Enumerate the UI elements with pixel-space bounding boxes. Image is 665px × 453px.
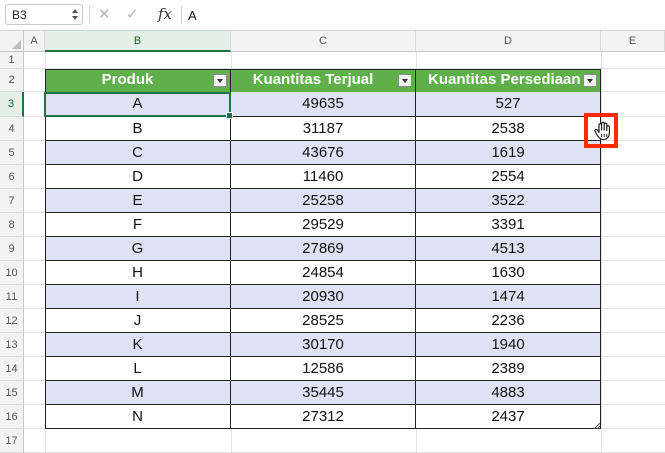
header-label: Produk [101,71,154,88]
column-header-e[interactable]: E [601,31,665,52]
table-header-kuantitas-persediaan[interactable]: Kuantitas Persediaan [416,69,601,92]
row-header-11[interactable]: 11 [0,285,24,309]
table-cell[interactable]: 24854 [231,261,416,285]
table-cell[interactable]: 43676 [231,141,416,165]
table-cell[interactable]: 3522 [416,189,601,213]
table-header-produk[interactable]: Produk [45,69,231,92]
table-cell[interactable]: N [45,405,231,429]
highlight-box [584,113,618,148]
table-cell[interactable]: 35445 [231,381,416,405]
hand-cursor-icon [594,121,610,141]
table-cell[interactable]: 1619 [416,141,601,165]
formula-bar-separator [89,6,90,24]
column-header-d[interactable]: D [416,31,601,52]
table-cell[interactable]: 2389 [416,357,601,381]
table-cell[interactable]: 11460 [231,165,416,189]
table-cell[interactable]: 527 [416,92,601,117]
table-cell[interactable]: 28525 [231,309,416,333]
name-box-value: B3 [12,8,27,22]
table-cell[interactable]: 3391 [416,213,601,237]
table-cell[interactable]: K [45,333,231,357]
enter-check-icon[interactable]: ✓ [126,6,139,24]
table-cell[interactable]: 1474 [416,285,601,309]
table-cell[interactable]: 27312 [231,405,416,429]
table-cell[interactable]: F [45,213,231,237]
table-cell[interactable]: 2554 [416,165,601,189]
table-cell[interactable]: 31187 [231,117,416,141]
table-cell[interactable]: A [45,92,231,117]
row-header-17[interactable]: 17 [0,429,24,453]
table-cell[interactable]: 20930 [231,285,416,309]
table-cell[interactable]: D [45,165,231,189]
table-header-kuantitas-terjual[interactable]: Kuantitas Terjual [231,69,416,92]
formula-input[interactable]: A [188,8,197,23]
table-cell[interactable]: L [45,357,231,381]
table-cell[interactable]: 4513 [416,237,601,261]
row-header-2[interactable]: 2 [0,69,24,92]
formula-bar: B3 ✕ ✓ fx A [0,0,665,31]
filter-dropdown-icon[interactable] [213,74,227,87]
row-header-7[interactable]: 7 [0,189,24,213]
header-label: Kuantitas Persediaan [428,71,581,88]
row-header-16[interactable]: 16 [0,405,24,429]
row-header-4[interactable]: 4 [0,117,24,141]
table-cell[interactable]: H [45,261,231,285]
filter-dropdown-icon[interactable] [398,74,412,87]
table-cell[interactable]: 2437 [416,405,601,429]
column-header-a[interactable]: A [24,31,45,52]
column-header-b[interactable]: B [45,31,231,52]
column-header-c[interactable]: C [231,31,416,52]
table-cell[interactable]: 1630 [416,261,601,285]
table-cell[interactable]: 49635 [231,92,416,117]
table-cell[interactable]: 25258 [231,189,416,213]
table-cell[interactable]: 27869 [231,237,416,261]
cancel-icon[interactable]: ✕ [98,6,111,24]
row-header-15[interactable]: 15 [0,381,24,405]
table-cell[interactable]: 1940 [416,333,601,357]
select-all-button[interactable] [0,31,24,52]
table-cell[interactable]: B [45,117,231,141]
table-resize-handle-icon[interactable] [594,423,600,429]
row-header-3[interactable]: 3 [0,92,24,117]
table-cell[interactable]: I [45,285,231,309]
name-box-dropdown-icon[interactable] [71,7,79,22]
table-cell[interactable]: 30170 [231,333,416,357]
table-cell[interactable]: J [45,309,231,333]
select-all-triangle-icon [12,40,21,49]
table-cell[interactable]: 2538 [416,117,601,141]
formula-bar-separator [181,6,182,24]
table-cell[interactable]: C [45,141,231,165]
table-cell[interactable]: M [45,381,231,405]
row-header-9[interactable]: 9 [0,237,24,261]
row-header-10[interactable]: 10 [0,261,24,285]
insert-function-icon[interactable]: fx [158,5,172,23]
table-cell[interactable]: 4883 [416,381,601,405]
name-box[interactable]: B3 [5,4,83,25]
row-header-1[interactable]: 1 [0,52,24,69]
row-header-12[interactable]: 12 [0,309,24,333]
table-cell[interactable]: 12586 [231,357,416,381]
row-header-5[interactable]: 5 [0,141,24,165]
table-cell[interactable]: E [45,189,231,213]
row-header-14[interactable]: 14 [0,357,24,381]
filter-dropdown-icon[interactable] [583,74,597,87]
row-header-13[interactable]: 13 [0,333,24,357]
table-cell[interactable]: 2236 [416,309,601,333]
row-header-6[interactable]: 6 [0,165,24,189]
table-cell[interactable]: 29529 [231,213,416,237]
header-label: Kuantitas Terjual [252,71,374,88]
table-cell[interactable]: G [45,237,231,261]
row-header-8[interactable]: 8 [0,213,24,237]
